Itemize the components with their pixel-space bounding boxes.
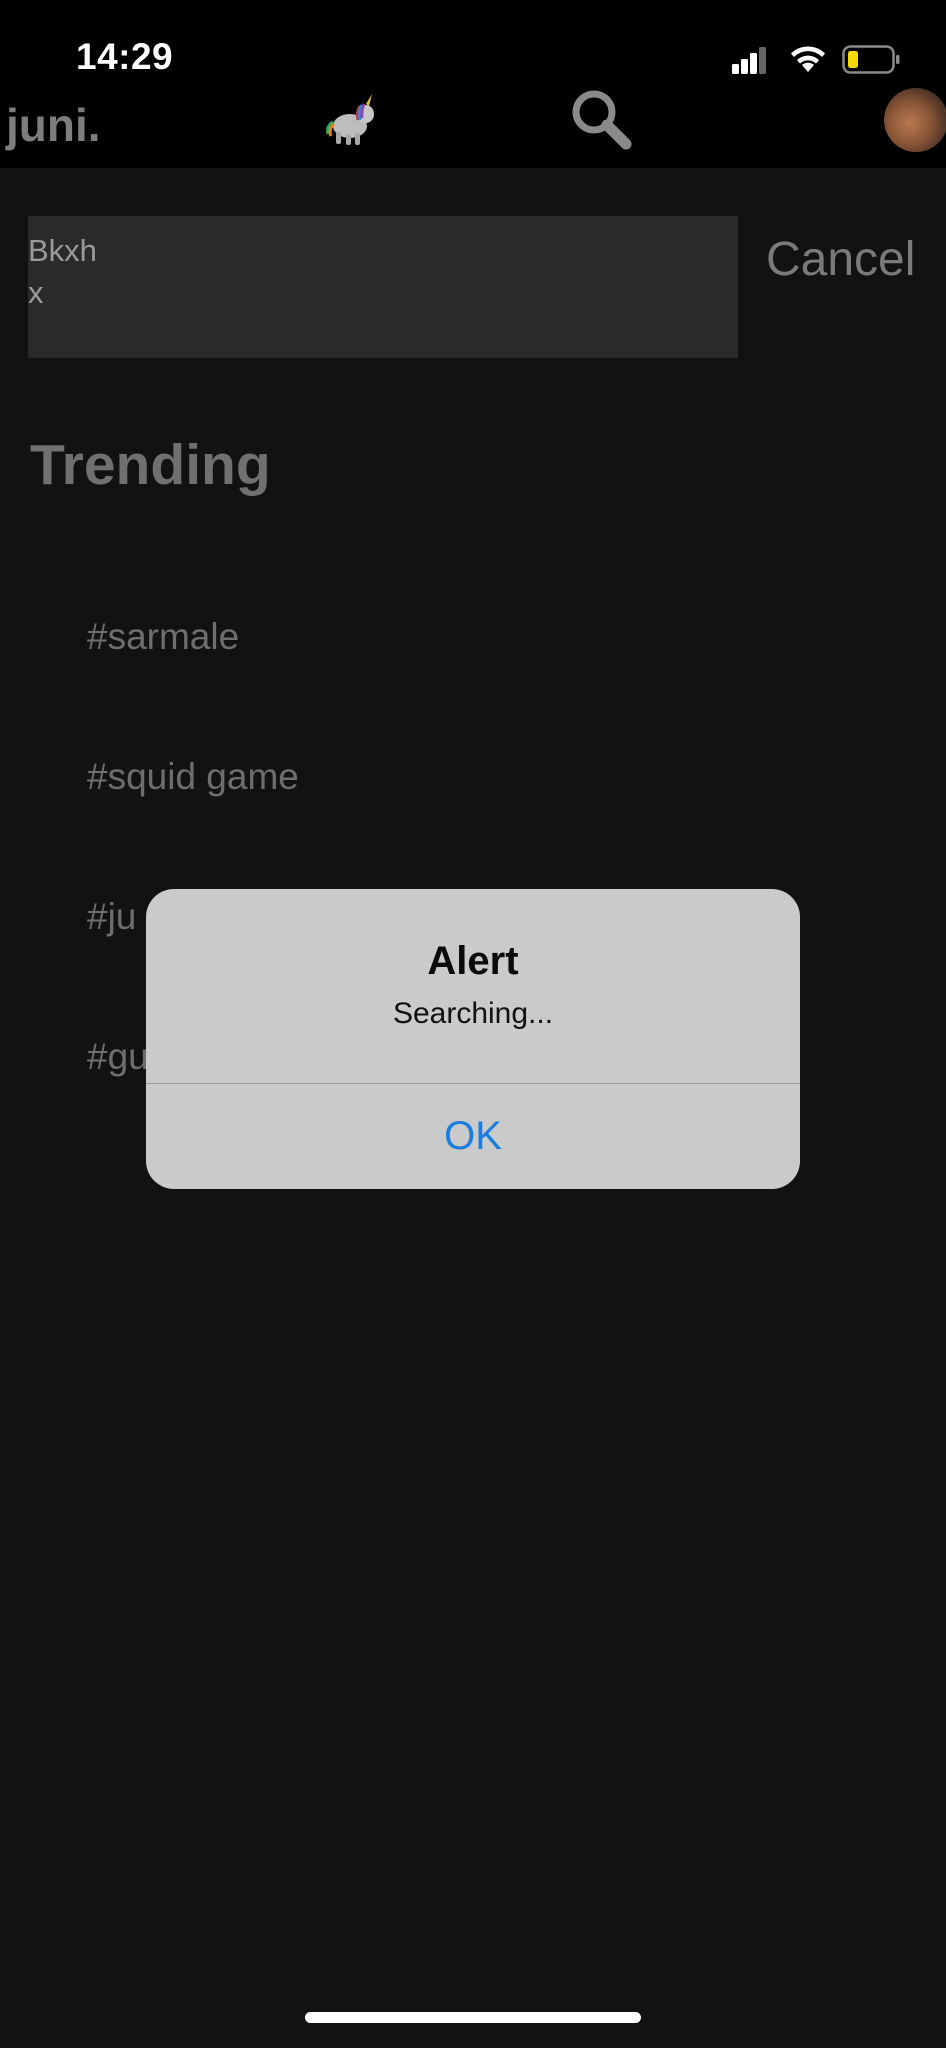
app-header: juni. [0, 86, 946, 168]
home-indicator[interactable] [305, 2012, 641, 2023]
search-input[interactable]: Bkxh x [28, 216, 738, 358]
battery-icon [842, 45, 900, 74]
trending-item[interactable]: #ju [87, 896, 136, 938]
trending-title: Trending [30, 433, 271, 497]
alert-title: Alert [427, 939, 519, 983]
trending-item[interactable]: #squid game [87, 756, 299, 798]
trending-item[interactable]: #sarmale [87, 616, 239, 658]
wifi-icon [791, 46, 825, 72]
alert-message: Searching... [392, 997, 554, 1030]
status-time: 14:29 [76, 36, 174, 77]
search-input-value: Bkxh x [28, 233, 97, 310]
search-icon[interactable] [568, 86, 634, 152]
signal-icon [732, 46, 768, 74]
ok-button[interactable]: OK [146, 1084, 800, 1189]
avatar[interactable] [884, 88, 946, 152]
alert-dialog: Alert Searching... OK [146, 889, 800, 1189]
cancel-button[interactable]: Cancel [766, 232, 915, 287]
trending-item[interactable]: #gu [87, 1036, 149, 1078]
unicorn-icon[interactable] [322, 92, 382, 148]
brand-logo[interactable]: juni. [6, 98, 101, 152]
